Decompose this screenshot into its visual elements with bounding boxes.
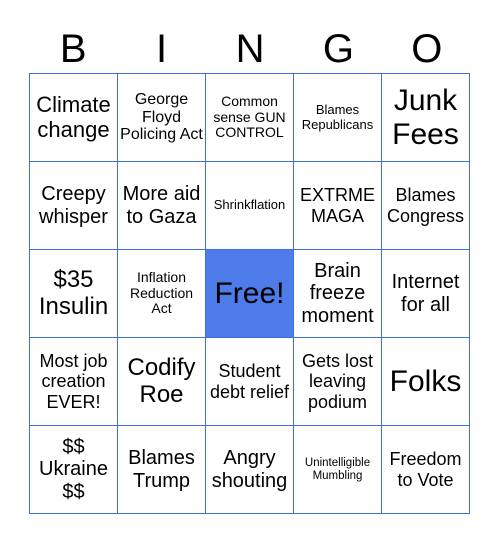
bingo-cell[interactable]: Common sense GUN CONTROL (206, 74, 294, 162)
header-letter-i: I (156, 27, 168, 71)
bingo-cell[interactable]: Internet for all (382, 250, 470, 338)
bingo-header: B I N G O (29, 26, 471, 72)
header-letter-n: N (235, 27, 265, 71)
bingo-cell[interactable]: Student debt relief (206, 338, 294, 426)
bingo-cell[interactable]: Junk Fees (382, 74, 470, 162)
bingo-cell[interactable]: EXTRME MAGA (294, 162, 382, 250)
free-space-cell[interactable]: Free! (206, 250, 294, 338)
bingo-cell[interactable]: Folks (382, 338, 470, 426)
bingo-cell[interactable]: Shrinkflation (206, 162, 294, 250)
bingo-cell[interactable]: Blames Congress (382, 162, 470, 250)
bingo-cell[interactable]: Climate change (30, 74, 118, 162)
bingo-cell[interactable]: Blames Republicans (294, 74, 382, 162)
header-letter-b: B (59, 27, 87, 71)
bingo-cell[interactable]: Brain freeze moment (294, 250, 382, 338)
header-letter-o: O (411, 27, 443, 71)
bingo-cell[interactable]: Unintelligible Mumbling (294, 426, 382, 514)
bingo-cell[interactable]: Angry shouting (206, 426, 294, 514)
bingo-cell[interactable]: $$ Ukraine $$ (30, 426, 118, 514)
bingo-cell[interactable]: Gets lost leaving podium (294, 338, 382, 426)
bingo-cell[interactable]: Inflation Reduction Act (118, 250, 206, 338)
bingo-cell[interactable]: George Floyd Policing Act (118, 74, 206, 162)
bingo-cell[interactable]: Blames Trump (118, 426, 206, 514)
bingo-cell[interactable]: Codify Roe (118, 338, 206, 426)
bingo-cell[interactable]: Most job creation EVER! (30, 338, 118, 426)
bingo-cell[interactable]: More aid to Gaza (118, 162, 206, 250)
bingo-cell[interactable]: Freedom to Vote (382, 426, 470, 514)
bingo-cell[interactable]: $35 Insulin (30, 250, 118, 338)
header-letter-g: G (322, 27, 354, 71)
bingo-cell[interactable]: Creepy whisper (30, 162, 118, 250)
bingo-card-grid: Climate change George Floyd Policing Act… (29, 73, 470, 514)
